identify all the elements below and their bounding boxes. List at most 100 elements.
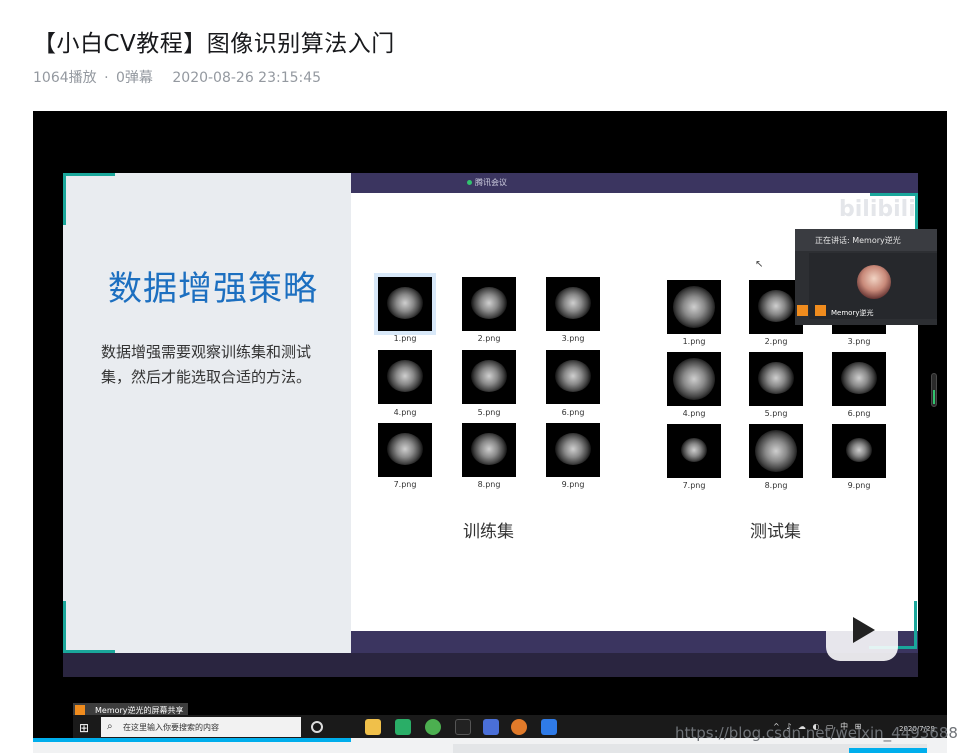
train-thumb — [546, 277, 600, 331]
brain-scan-image — [846, 438, 872, 462]
danmaku-count: 0弹幕 — [116, 70, 153, 86]
brain-scan-image — [758, 290, 794, 322]
feishu-icon[interactable] — [541, 719, 557, 735]
meta-separator: · — [104, 70, 109, 86]
wechat-icon[interactable] — [395, 719, 411, 735]
accent-strip — [849, 748, 927, 753]
meeting-top-bar — [351, 173, 918, 193]
test-thumb — [667, 280, 721, 334]
train-set-label: 训练集 — [463, 522, 514, 542]
test-thumb-label: 9.png — [847, 481, 871, 490]
search-placeholder: 在这里输入你要搜索的内容 — [123, 723, 219, 732]
test-set-label: 测试集 — [750, 522, 801, 542]
train-thumb — [462, 277, 516, 331]
brain-scan-image — [471, 287, 507, 319]
test-thumb — [749, 352, 803, 406]
test-thumb-label: 6.png — [847, 409, 871, 418]
file-explorer-icon[interactable] — [365, 719, 381, 735]
mouse-cursor-icon: ↖ — [755, 259, 764, 270]
train-thumb-label: 7.png — [393, 480, 417, 489]
train-thumb — [378, 350, 432, 404]
test-thumb — [832, 424, 886, 478]
app-icon[interactable] — [483, 719, 499, 735]
presenter-icon — [75, 705, 85, 715]
test-thumb — [832, 352, 886, 406]
slide-left-panel: 数据增强策略 数据增强需要观察训练集和测试集，然后才能选取合适的方法。 — [63, 173, 351, 653]
brain-scan-image — [471, 433, 507, 465]
bilibili-watermark: bilibili — [839, 197, 916, 222]
brain-scan-image — [387, 287, 423, 319]
brain-scan-image — [758, 362, 794, 394]
train-thumb-label: 3.png — [561, 334, 585, 343]
taskbar-search-input[interactable]: ⌕ 在这里输入你要搜索的内容 — [101, 717, 301, 737]
slide-heading: 数据增强策略 — [108, 269, 318, 309]
test-thumb-label: 2.png — [764, 337, 788, 346]
brain-scan-image — [841, 362, 877, 394]
meeting-app-label: 腾讯会议 — [467, 177, 507, 188]
test-thumb-label: 8.png — [764, 481, 788, 490]
test-thumb-label: 1.png — [682, 337, 706, 346]
test-thumb-label: 7.png — [682, 481, 706, 490]
brain-scan-image — [681, 438, 707, 462]
presenter-icon — [815, 305, 826, 316]
camera-name: Memory逆光 — [831, 309, 874, 317]
meeting-app-name: 腾讯会议 — [475, 178, 507, 187]
tencent-meeting-icon[interactable] — [511, 719, 527, 735]
publish-datetime: 2020-08-26 23:15:45 — [172, 70, 322, 86]
train-thumb — [378, 423, 432, 477]
video-meta: 1064播放 · 0弹幕 2020-08-26 23:15:45 — [33, 67, 324, 87]
test-thumb — [749, 424, 803, 478]
brain-scan-image — [555, 287, 591, 319]
signal-icon — [467, 180, 472, 185]
train-thumb-label: 8.png — [477, 480, 501, 489]
brain-scan-image — [387, 433, 423, 465]
corner-decoration-bottom-left — [63, 601, 115, 653]
train-thumb-label: 1.png — [393, 334, 417, 343]
avatar — [857, 265, 891, 299]
csdn-watermark: https://blog.csdn.net/weixin_44936889 — [675, 724, 959, 742]
play-icon — [853, 617, 875, 643]
camera-panel: 正在讲话: Memory逆光 Memory逆光 — [795, 229, 937, 325]
train-thumb-label: 5.png — [477, 408, 501, 417]
train-thumb-label: 4.png — [393, 408, 417, 417]
train-thumb — [462, 350, 516, 404]
test-thumb-label: 4.png — [682, 409, 706, 418]
tv-ears-icon: \/ — [844, 587, 881, 601]
slide-body-text: 数据增强需要观察训练集和测试集，然后才能选取合适的方法。 — [101, 343, 312, 386]
qq-icon[interactable] — [455, 719, 471, 735]
progress-bar[interactable] — [33, 738, 351, 742]
task-view-icon[interactable] — [311, 721, 323, 733]
brain-scan-image — [555, 360, 591, 392]
video-title: 【小白CV教程】图像识别算法入门 — [33, 31, 395, 57]
test-thumb-label: 3.png — [847, 337, 871, 346]
brain-scan-image — [555, 433, 591, 465]
control-strip — [453, 744, 927, 753]
train-thumb-label: 2.png — [477, 334, 501, 343]
train-thumb-label: 6.png — [561, 408, 585, 417]
train-thumb — [546, 423, 600, 477]
test-thumb-label: 5.png — [764, 409, 788, 418]
search-icon: ⌕ — [107, 721, 113, 732]
share-label-text: Memory逆光的屏幕共享 — [95, 706, 184, 715]
brain-scan-image — [387, 360, 423, 392]
video-player[interactable]: 数据增强策略 数据增强需要观察训练集和测试集，然后才能选取合适的方法。 腾讯会议… — [33, 111, 947, 738]
brain-scan-image — [673, 358, 715, 400]
train-thumb — [374, 273, 436, 335]
windows-start-icon[interactable]: ⊞ — [79, 721, 89, 735]
train-thumb — [546, 350, 600, 404]
presenter-icon — [797, 305, 808, 316]
volume-indicator[interactable] — [931, 373, 937, 407]
corner-decoration-top-left — [63, 173, 115, 225]
brain-scan-image — [755, 430, 797, 472]
test-thumb — [667, 352, 721, 406]
brain-scan-image — [471, 360, 507, 392]
volume-level — [933, 390, 935, 404]
brain-scan-image — [673, 286, 715, 328]
browser-icon[interactable] — [425, 719, 441, 735]
view-count: 1064播放 — [33, 70, 97, 86]
play-button[interactable]: \/ — [826, 587, 898, 661]
speaking-header: 正在讲话: Memory逆光 — [795, 229, 937, 251]
shared-screen: 数据增强策略 数据增强需要观察训练集和测试集，然后才能选取合适的方法。 腾讯会议… — [63, 173, 947, 738]
train-thumb-label: 9.png — [561, 480, 585, 489]
test-thumb — [667, 424, 721, 478]
